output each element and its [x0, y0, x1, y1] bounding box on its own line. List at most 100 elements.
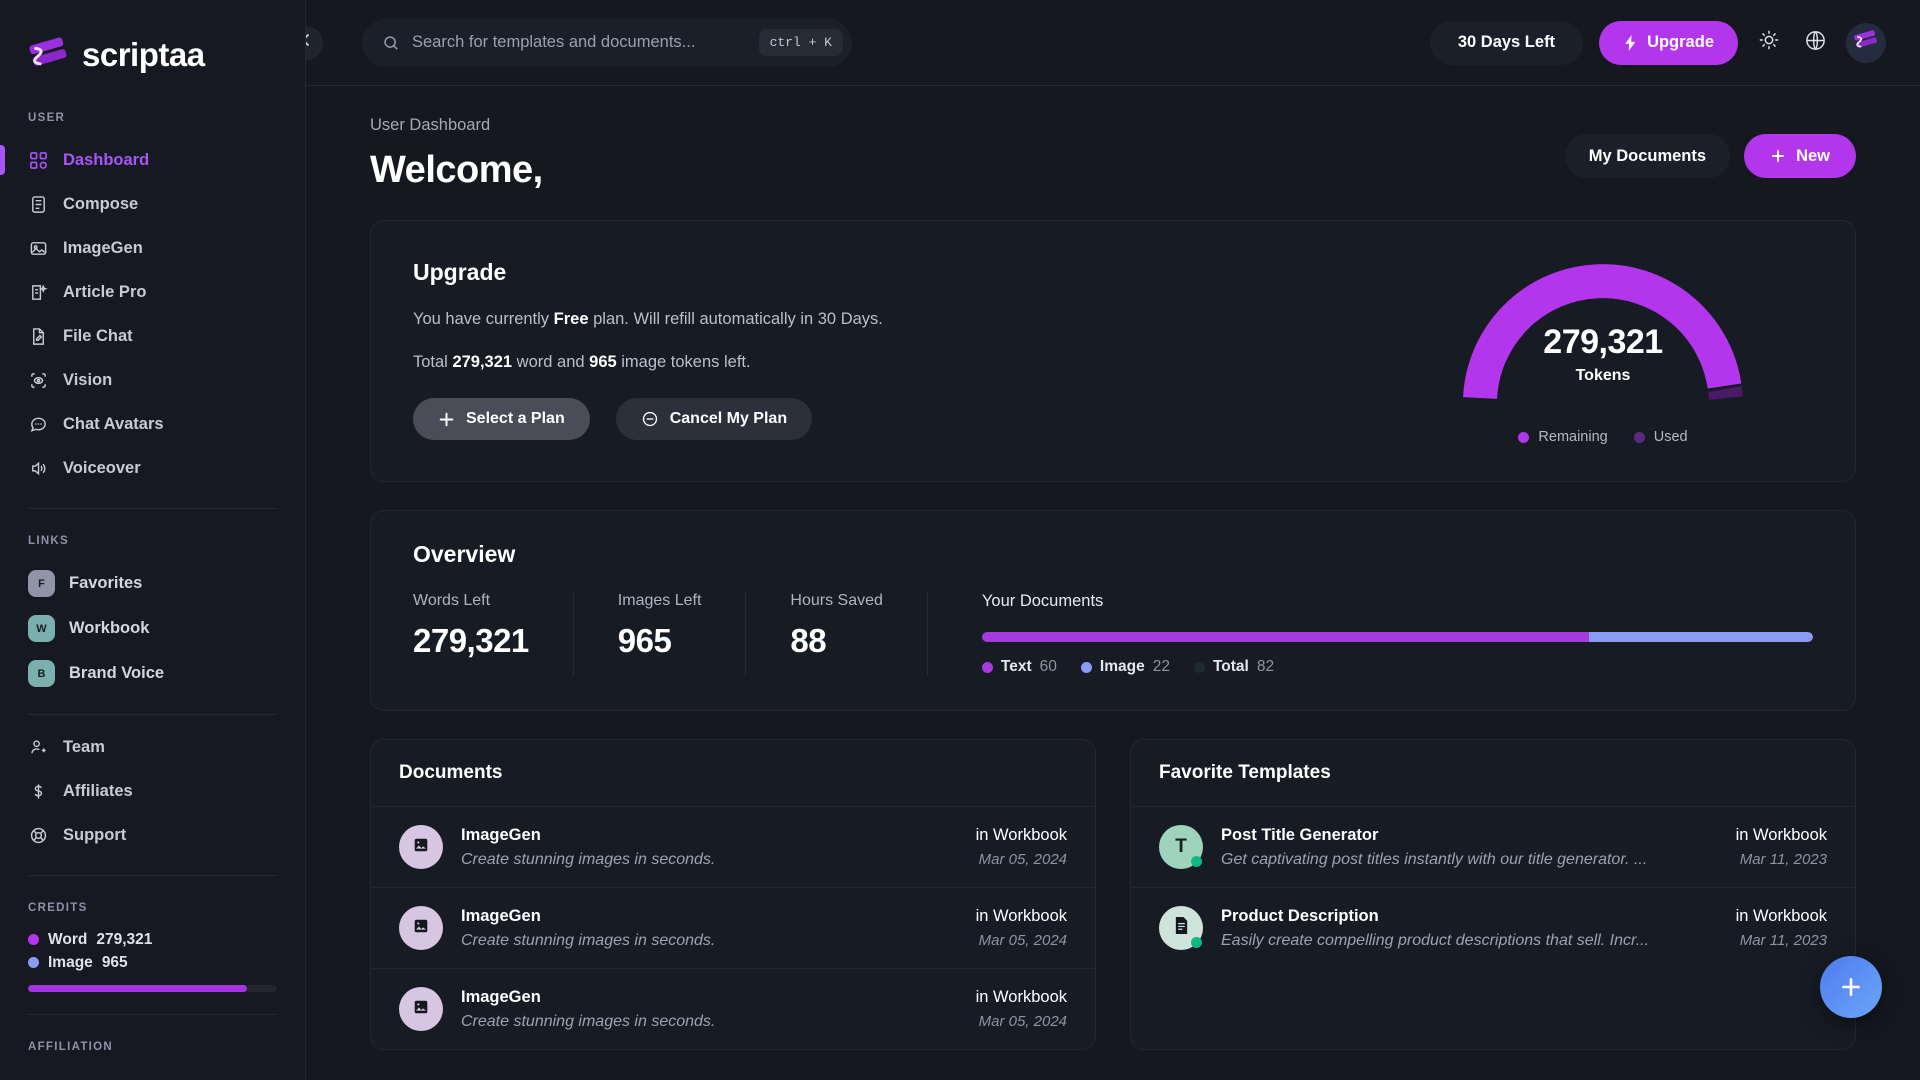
total-dot-icon	[1193, 661, 1205, 673]
list-item-date: Mar 11, 2023	[1739, 932, 1827, 949]
eye-scan-icon	[28, 370, 49, 391]
topbar: ctrl + K 30 Days Left Upgrade	[306, 0, 1920, 86]
sidebar-item-label: Article Pro	[63, 282, 147, 301]
sidebar-item-chat-avatars[interactable]: Chat Avatars	[0, 402, 305, 446]
list-item-text: ImageGen Create stunning images in secon…	[461, 826, 958, 869]
tokens-suffix: image tokens left.	[616, 353, 751, 371]
sidebar-item-team[interactable]: Team	[0, 725, 305, 769]
list-item-workbook: in Workbook	[975, 826, 1067, 844]
avatar: T	[1159, 825, 1203, 869]
list-item[interactable]: ImageGen Create stunning images in secon…	[371, 969, 1095, 1049]
list-item-desc: Easily create compelling product descrip…	[1221, 931, 1650, 949]
image-credit-dot-icon	[28, 957, 39, 968]
stat-label: Words Left	[413, 592, 491, 609]
sidebar-section-links: LINKS	[28, 535, 69, 547]
list-item[interactable]: Product Description Easily create compel…	[1131, 888, 1855, 968]
scriptaa-logo-icon	[28, 35, 70, 75]
sidebar-item-label: Workbook	[69, 619, 150, 637]
documents-panel-title: Documents	[371, 740, 1095, 807]
list-item-date: Mar 11, 2023	[1739, 851, 1827, 868]
legend-label: Text	[1000, 658, 1032, 675]
sidebar-item-vision[interactable]: Vision	[0, 358, 305, 402]
sidebar-item-brand-voice[interactable]: B Brand Voice	[0, 651, 305, 696]
search-shortcut-badge: ctrl + K	[758, 29, 843, 56]
avatar	[399, 825, 443, 869]
upgrade-card-title: Upgrade	[413, 259, 507, 285]
my-documents-button[interactable]: My Documents	[1564, 134, 1731, 178]
sidebar-collapse-button[interactable]	[306, 25, 323, 60]
legend-item-remaining: Remaining	[1518, 429, 1608, 445]
tokens-images-value: 965	[589, 353, 617, 371]
sidebar-divider-3	[28, 875, 277, 876]
upgrade-tokens-line: Total 279,321 word and 965 image tokens …	[413, 353, 1393, 372]
sidebar-item-imagegen[interactable]: ImageGen	[0, 226, 305, 270]
brand-name: scriptaa	[82, 36, 205, 73]
theme-toggle-button[interactable]	[1754, 28, 1784, 58]
list-item-desc: Get captivating post titles instantly wi…	[1221, 850, 1648, 868]
list-item-title: Post Title Generator	[1221, 825, 1379, 844]
page-title: Welcome,	[370, 149, 543, 191]
your-documents-title: Your Documents	[981, 592, 1104, 610]
language-button[interactable]	[1800, 28, 1830, 58]
bar-segment-text	[981, 632, 1589, 642]
tokens-words-value: 279,321	[452, 353, 513, 371]
article-sparkle-icon	[28, 282, 49, 303]
stat-value: 965	[617, 622, 672, 659]
new-item-fab-button[interactable]	[1820, 956, 1882, 1018]
favorite-templates-panel: Favorite Templates T Post Title Generato…	[1130, 739, 1856, 1050]
sidebar-section-credits: CREDITS	[28, 902, 88, 914]
sidebar-item-compose[interactable]: Compose	[0, 182, 305, 226]
sidebar-item-article-pro[interactable]: Article Pro	[0, 270, 305, 314]
list-item-date: Mar 05, 2024	[978, 851, 1067, 868]
sidebar-item-label: ImageGen	[63, 238, 143, 257]
stat-value: 279,321	[413, 622, 529, 659]
credit-row-word: Word 279,321	[28, 928, 277, 951]
sidebar-item-file-chat[interactable]: File Chat	[0, 314, 305, 358]
list-item-text: Product Description Easily create compel…	[1221, 907, 1718, 950]
sidebar: scriptaa USER Dashboard Compose ImageGen…	[0, 0, 306, 1080]
list-item[interactable]: ImageGen Create stunning images in secon…	[371, 888, 1095, 969]
globe-icon	[1804, 29, 1827, 57]
text-dot-icon	[981, 661, 993, 673]
upgrade-button[interactable]: Upgrade	[1599, 20, 1738, 65]
credits-progress-bar	[28, 985, 277, 992]
documents-panel: Documents ImageGen Create stunning image…	[370, 739, 1096, 1050]
overview-body: Words Left 279,321 Images Left 965 Hours…	[413, 592, 1813, 676]
select-a-plan-label: Select a Plan	[466, 410, 565, 427]
plan-name: Free	[553, 310, 589, 328]
sun-icon	[1758, 29, 1780, 56]
credits-block: Word 279,321 Image 965	[0, 928, 305, 992]
plan-line-prefix: You have currently	[413, 310, 554, 328]
sidebar-item-favorites[interactable]: F Favorites	[0, 561, 305, 606]
search-input[interactable]	[412, 33, 747, 52]
sidebar-item-voiceover[interactable]: Voiceover	[0, 446, 305, 490]
stat-images-left: Images Left 965	[618, 592, 747, 676]
sidebar-item-workbook[interactable]: W Workbook	[0, 606, 305, 651]
cancel-my-plan-button[interactable]: Cancel My Plan	[615, 398, 813, 440]
list-item-text: ImageGen Create stunning images in secon…	[461, 907, 958, 950]
list-item-title: ImageGen	[461, 825, 541, 844]
list-item-desc: Create stunning images in seconds.	[461, 931, 716, 949]
list-item[interactable]: ImageGen Create stunning images in secon…	[371, 807, 1095, 888]
new-button[interactable]: New	[1744, 134, 1856, 178]
sidebar-item-support[interactable]: Support	[0, 813, 305, 857]
sidebar-item-dashboard[interactable]: Dashboard	[0, 138, 305, 182]
sidebar-item-label: Compose	[63, 194, 139, 213]
list-item[interactable]: T Post Title Generator Get captivating p…	[1131, 807, 1855, 888]
avatar[interactable]	[1846, 22, 1886, 63]
legend-value: 22	[1152, 658, 1170, 675]
legend-label: Total	[1212, 658, 1249, 675]
sidebar-item-label: File Chat	[63, 326, 133, 345]
search-bar[interactable]: ctrl + K	[362, 18, 852, 67]
list-item-meta: in Workbook Mar 05, 2024	[976, 988, 1067, 1030]
brand[interactable]: scriptaa	[0, 0, 305, 86]
page-actions: My Documents New	[1564, 134, 1856, 178]
image-icon	[412, 836, 430, 859]
image-dot-icon	[1080, 661, 1092, 673]
select-a-plan-button[interactable]: Select a Plan	[413, 398, 590, 440]
days-left-badge[interactable]: 30 Days Left	[1429, 20, 1584, 65]
remaining-dot-icon	[1518, 431, 1530, 443]
gauge-arc: 279,321 Tokens	[1453, 255, 1753, 415]
sidebar-item-affiliates[interactable]: Affiliates	[0, 769, 305, 813]
stat-value: 88	[790, 622, 827, 659]
